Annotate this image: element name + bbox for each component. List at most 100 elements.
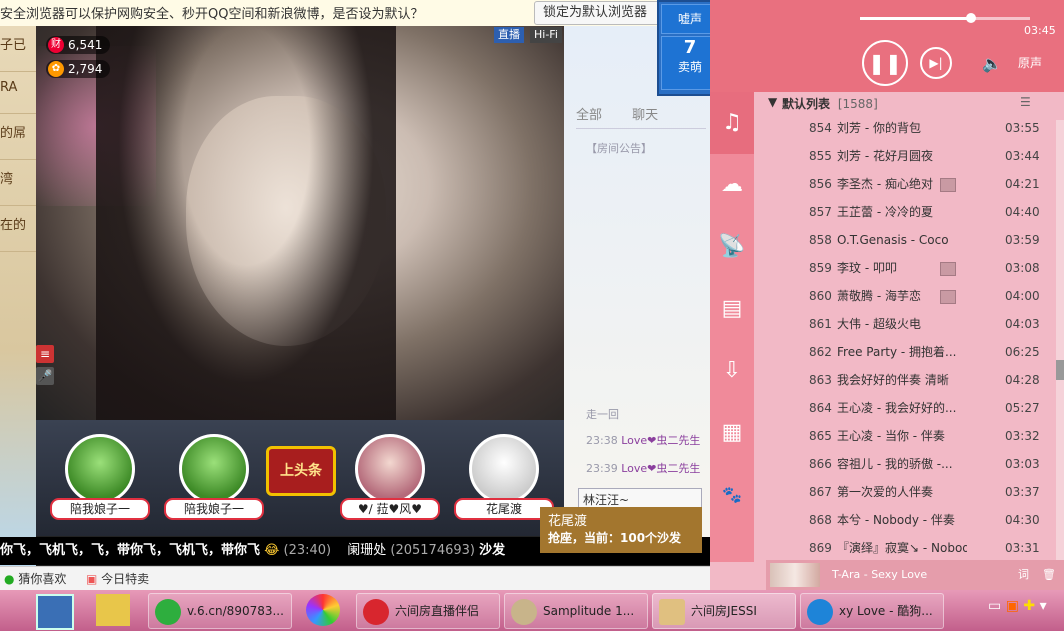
song-row[interactable]: 865 王心凌 - 当你 - 伴奏 03:32 (754, 422, 1056, 450)
song-row[interactable]: 858 O.T.Genasis - Coco 03:59 (754, 226, 1056, 254)
chat-user[interactable]: Love❤虫二先生 (621, 462, 700, 475)
seat-name: 陪我娘子一 (50, 498, 150, 520)
taskbar-item[interactable]: xy Love - 酷狗... (800, 593, 944, 629)
now-playing-title: T-Ara - Sexy Love (832, 568, 928, 581)
library-icon[interactable]: ▤ (710, 278, 754, 340)
chat-line: 23:39 Love❤虫二先生 (586, 460, 700, 476)
volume-icon[interactable]: 🔈 (982, 54, 1002, 73)
song-row[interactable]: 869 『演绎』寂寞↘ - Nobody... 03:31 (754, 534, 1056, 562)
browser-icon (155, 598, 181, 625)
next-button[interactable]: ▶| (920, 47, 952, 79)
progress-knob[interactable] (965, 13, 976, 23)
tray-plus-icon[interactable]: ✚ (1023, 598, 1035, 614)
song-row[interactable]: 864 王心凌 - 我会好好的... 05:27 (754, 394, 1056, 422)
live-video[interactable]: 财 6,541 ✿ 2,794 直播 Hi-Fi (36, 26, 564, 426)
seat-name: 花尾渡 (454, 498, 554, 520)
seat[interactable]: 陪我娘子一 (164, 434, 264, 520)
song-duration: 03:37 (1005, 485, 1040, 499)
download-icon[interactable]: ⇩ (710, 340, 754, 402)
music-note-icon[interactable]: ♫ (710, 92, 754, 154)
folder-icon[interactable] (96, 594, 130, 626)
radio-icon[interactable]: 📡 (710, 216, 754, 278)
delete-icon[interactable]: 🗑 (1042, 560, 1056, 590)
song-title: 王心凌 - 当你 - 伴奏 (837, 429, 945, 443)
song-number: 855 (809, 149, 832, 163)
taskbar-item[interactable]: v.6.cn/890783... (148, 593, 292, 629)
song-list: 854 刘芳 - 你的背包 03:55 855 刘芳 - 花好月圆夜 03:44 856 李圣… (754, 114, 1056, 562)
left-item[interactable]: 湾 (0, 160, 36, 206)
tooltip-name: 花尾渡 (548, 514, 588, 529)
seat[interactable]: ♥∕ 菈♥风♥ (340, 434, 440, 520)
colorful-app-icon[interactable] (306, 594, 340, 626)
hifi-tag[interactable]: Hi-Fi (530, 27, 562, 43)
song-row[interactable]: 859 李玟 - 叩叩 03:08 (754, 254, 1056, 282)
lyrics-icon[interactable]: 词 (1018, 560, 1029, 590)
song-row[interactable]: 857 王芷蕾 - 冷冷的夏 04:40 (754, 198, 1056, 226)
wealth-icon: 财 (48, 37, 64, 53)
song-row[interactable]: 856 李圣杰 - 痴心绝对【... 04:21 (754, 170, 1056, 198)
pause-button[interactable]: ❚❚ (862, 40, 908, 86)
cloud-icon[interactable]: ☁ (710, 154, 754, 216)
task-label: xy Love - 酷狗... (839, 604, 933, 618)
mv-icon[interactable] (940, 290, 956, 304)
ticker-tail: 沙发 (479, 543, 506, 558)
liujianfang-icon (363, 598, 389, 625)
left-item[interactable]: RA (0, 72, 36, 114)
seat[interactable]: 花尾渡 (454, 434, 554, 520)
list-scrollbar[interactable] (1056, 120, 1064, 560)
chat-panel: 全部 聊天 【房间公告】 走一回 23:38 Love❤虫二先生 23:39 L… (564, 26, 710, 537)
song-row[interactable]: 854 刘芳 - 你的背包 03:55 (754, 114, 1056, 142)
set-default-browser-button[interactable]: 锁定为默认浏览器 (534, 1, 672, 25)
tab-all[interactable]: 全部 (576, 108, 602, 123)
taskbar-item[interactable]: 六间房JESSI (652, 593, 796, 629)
seat[interactable]: 陪我娘子一 (50, 434, 150, 520)
network-icon[interactable]: ▭ (988, 598, 1001, 614)
song-duration: 04:40 (1005, 205, 1040, 219)
mic-icon[interactable]: 🎤 (36, 367, 54, 385)
left-item[interactable]: 子已 (0, 26, 36, 72)
guess-you-like-link[interactable]: ● 猜你喜欢 (4, 567, 66, 591)
headline-sign[interactable]: 上头条 (266, 446, 336, 496)
scroll-thumb[interactable] (1056, 360, 1064, 380)
task-label: v.6.cn/890783... (187, 604, 284, 618)
ticker-id: (205174693) (390, 543, 475, 558)
playlist-count: [1588] (837, 97, 878, 111)
song-row[interactable]: 861 大伟 - 超级火电 04:03 (754, 310, 1056, 338)
mv-icon[interactable] (940, 262, 956, 276)
taskbar-item[interactable]: Samplitude 1... (504, 593, 648, 629)
song-duration: 04:03 (1005, 317, 1040, 331)
left-item[interactable]: 在的 (0, 206, 36, 252)
apps-icon[interactable]: ▦ (710, 402, 754, 464)
list-menu-icon[interactable]: ☰ (1020, 95, 1031, 109)
song-row[interactable]: 862 Free Party - 拥抱着... 06:25 (754, 338, 1056, 366)
ticker-user[interactable]: 阑珊处 (347, 543, 386, 558)
song-number: 865 (809, 429, 832, 443)
default-browser-bar: 安全浏览器可以保护网购安全、秒开QQ空间和新浪微博，是否设为默认？ 锁定为默认浏… (0, 0, 672, 27)
chat-line: 23:38 Love❤虫二先生 (586, 432, 700, 448)
progress-bar[interactable] (860, 17, 1030, 20)
mv-icon[interactable] (940, 178, 956, 192)
song-row[interactable]: 860 萧敬腾 - 海芋恋 04:00 (754, 282, 1056, 310)
song-row[interactable]: 863 我会好好的伴奏 清晰 04:28 (754, 366, 1056, 394)
system-tray[interactable]: ▭ ▣ ✚ ▾ (988, 598, 1047, 614)
song-row[interactable]: 855 刘芳 - 花好月圆夜 03:44 (754, 142, 1056, 170)
paw-icon[interactable]: 🐾 (710, 464, 754, 526)
song-row[interactable]: 868 本兮 - Nobody - 伴奏 04:30 (754, 506, 1056, 534)
left-item[interactable]: 的屌 (0, 114, 36, 160)
now-playing-bar[interactable]: T-Ara - Sexy Love 词 🗑 (766, 560, 1064, 590)
song-title: 容祖儿 - 我的骄傲 -... (837, 457, 953, 471)
song-row[interactable]: 867 第一次爱的人伴奏 03:37 (754, 478, 1056, 506)
ticker-text: 你飞，飞机飞，飞，带你飞，飞机飞，带你飞 (0, 543, 261, 558)
seat-avatar (179, 434, 249, 504)
sound-mode-select[interactable]: 原声 (1018, 54, 1042, 71)
daily-deal-link[interactable]: ▣ 今日特卖 (86, 567, 149, 591)
gift-tool-icon[interactable]: ≡ (36, 345, 54, 363)
daily-deal-label: 今日特卖 (101, 572, 150, 586)
tab-chat[interactable]: 聊天 (632, 108, 658, 123)
taskbar-item[interactable]: 六间房直播伴侣 (356, 593, 500, 629)
tray-app-icon[interactable]: ▣ (1006, 598, 1019, 614)
tray-more-icon[interactable]: ▾ (1040, 598, 1047, 614)
desktop-icon[interactable] (36, 594, 74, 630)
song-row[interactable]: 866 容祖儿 - 我的骄傲 -... 03:03 (754, 450, 1056, 478)
chat-user[interactable]: Love❤虫二先生 (621, 434, 700, 447)
